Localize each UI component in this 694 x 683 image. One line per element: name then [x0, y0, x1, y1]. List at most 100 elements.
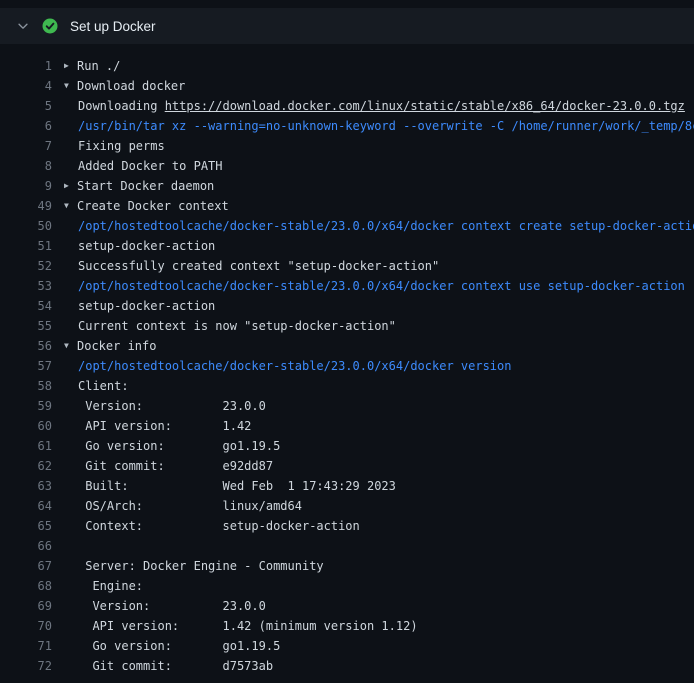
line-number[interactable]: 57 — [0, 356, 52, 376]
log-line[interactable]: 49 ▼Create Docker context — [0, 196, 694, 216]
group-title: Create Docker context — [77, 196, 229, 216]
log-text: Version: 23.0.0 — [78, 599, 266, 613]
log-line[interactable]: 7Fixing perms — [0, 136, 694, 156]
log-line[interactable]: 70 API version: 1.42 (minimum version 1.… — [0, 616, 694, 636]
log-line[interactable]: 9 ▶Start Docker daemon — [0, 176, 694, 196]
log-text: setup-docker-action — [78, 239, 215, 253]
log-lines: 1▶Run ./4▼Download docker5Downloading ht… — [0, 44, 694, 676]
line-number[interactable]: 4 — [0, 76, 52, 96]
line-number[interactable]: 54 — [0, 296, 52, 316]
line-number[interactable]: 1 — [0, 56, 52, 76]
log-text: Client: — [78, 379, 129, 393]
line-number[interactable]: 72 — [0, 656, 52, 676]
line-number[interactable]: 68 — [0, 576, 52, 596]
command-text: /usr/bin/tar xz --warning=no-unknown-key… — [78, 119, 694, 133]
line-number[interactable]: 70 — [0, 616, 52, 636]
line-number[interactable]: 64 — [0, 496, 52, 516]
log-line[interactable]: 61 Go version: go1.19.5 — [0, 436, 694, 456]
line-number[interactable]: 58 — [0, 376, 52, 396]
line-number[interactable]: 50 — [0, 216, 52, 236]
log-text: Version: 23.0.0 — [78, 399, 266, 413]
command-text: /opt/hostedtoolcache/docker-stable/23.0.… — [78, 359, 511, 373]
line-number[interactable]: 52 — [0, 256, 52, 276]
log-line[interactable]: 59 Version: 23.0.0 — [0, 396, 694, 416]
log-text: OS/Arch: linux/amd64 — [78, 499, 302, 513]
triangle-down-icon[interactable]: ▼ — [64, 336, 77, 356]
line-number[interactable]: 60 — [0, 416, 52, 436]
log-text: Downloading — [78, 99, 165, 113]
log-line[interactable]: 50/opt/hostedtoolcache/docker-stable/23.… — [0, 216, 694, 236]
line-number[interactable]: 67 — [0, 556, 52, 576]
line-number[interactable]: 62 — [0, 456, 52, 476]
group-title: Docker info — [77, 336, 156, 356]
log-line[interactable]: 58 Client: — [0, 376, 694, 396]
line-number[interactable]: 66 — [0, 536, 52, 556]
triangle-right-icon[interactable]: ▶ — [64, 56, 77, 76]
step-header[interactable]: Set up Docker — [0, 8, 694, 44]
log-line[interactable]: 71 Go version: go1.19.5 — [0, 636, 694, 656]
line-number[interactable]: 5 — [0, 96, 52, 116]
log-text: Built: Wed Feb 1 17:43:29 2023 — [78, 479, 396, 493]
chevron-down-icon[interactable] — [16, 19, 30, 33]
log-text: API version: 1.42 — [78, 419, 251, 433]
line-number[interactable]: 49 — [0, 196, 52, 216]
log-text: Go version: go1.19.5 — [78, 639, 280, 653]
log-text: Added Docker to PATH — [78, 159, 223, 173]
log-line[interactable]: 60 API version: 1.42 — [0, 416, 694, 436]
log-line[interactable]: 63 Built: Wed Feb 1 17:43:29 2023 — [0, 476, 694, 496]
log-text: Context: setup-docker-action — [78, 519, 360, 533]
log-line[interactable]: 67 Server: Docker Engine - Community — [0, 556, 694, 576]
log-line[interactable]: 8 Added Docker to PATH — [0, 156, 694, 176]
command-text: /opt/hostedtoolcache/docker-stable/23.0.… — [78, 219, 694, 233]
log-link[interactable]: https://download.docker.com/linux/static… — [165, 99, 685, 113]
group-title: Download docker — [77, 76, 185, 96]
log-text: API version: 1.42 (minimum version 1.12) — [78, 619, 418, 633]
log-text: Current context is now "setup-docker-act… — [78, 319, 396, 333]
log-line[interactable]: 62 Git commit: e92dd87 — [0, 456, 694, 476]
log-line[interactable]: 65 Context: setup-docker-action — [0, 516, 694, 536]
line-number[interactable]: 9 — [0, 176, 52, 196]
line-number[interactable]: 7 — [0, 136, 52, 156]
log-line[interactable]: 57/opt/hostedtoolcache/docker-stable/23.… — [0, 356, 694, 376]
log-line[interactable]: 51 setup-docker-action — [0, 236, 694, 256]
log-line[interactable]: 54 setup-docker-action — [0, 296, 694, 316]
triangle-down-icon[interactable]: ▼ — [64, 196, 77, 216]
success-check-icon — [42, 18, 58, 34]
log-text: setup-docker-action — [78, 299, 215, 313]
log-text: Engine: — [78, 579, 143, 593]
log-line[interactable]: 72 Git commit: d7573ab — [0, 656, 694, 676]
group-title: Run ./ — [77, 56, 120, 76]
log-line[interactable]: 68 Engine: — [0, 576, 694, 596]
line-number[interactable]: 55 — [0, 316, 52, 336]
command-text: /opt/hostedtoolcache/docker-stable/23.0.… — [78, 279, 685, 293]
line-number[interactable]: 8 — [0, 156, 52, 176]
group-title: Start Docker daemon — [77, 176, 214, 196]
line-number[interactable]: 59 — [0, 396, 52, 416]
triangle-down-icon[interactable]: ▼ — [64, 76, 77, 96]
actions-log-viewer: Set up Docker 1▶Run ./4▼Download docker5… — [0, 8, 694, 676]
log-line[interactable]: 5 Downloading https://download.docker.com… — [0, 96, 694, 116]
log-text: Git commit: d7573ab — [78, 659, 273, 673]
line-number[interactable]: 6 — [0, 116, 52, 136]
line-number[interactable]: 71 — [0, 636, 52, 656]
line-number[interactable]: 53 — [0, 276, 52, 296]
log-line[interactable]: 6/usr/bin/tar xz --warning=no-unknown-ke… — [0, 116, 694, 136]
triangle-right-icon[interactable]: ▶ — [64, 176, 77, 196]
log-line[interactable]: 56 ▼Docker info — [0, 336, 694, 356]
line-number[interactable]: 65 — [0, 516, 52, 536]
log-line[interactable]: 64 OS/Arch: linux/amd64 — [0, 496, 694, 516]
log-line[interactable]: 66 — [0, 536, 694, 556]
log-line[interactable]: 69 Version: 23.0.0 — [0, 596, 694, 616]
log-line[interactable]: 55 Current context is now "setup-docker-a… — [0, 316, 694, 336]
line-number[interactable]: 69 — [0, 596, 52, 616]
log-line[interactable]: 52Successfully created context "setup-do… — [0, 256, 694, 276]
log-line[interactable]: 1 ▶Run ./ — [0, 56, 694, 76]
line-number[interactable]: 61 — [0, 436, 52, 456]
line-number[interactable]: 51 — [0, 236, 52, 256]
line-number[interactable]: 63 — [0, 476, 52, 496]
step-title: Set up Docker — [70, 19, 156, 34]
log-text: Git commit: e92dd87 — [78, 459, 273, 473]
log-line[interactable]: 4 ▼Download docker — [0, 76, 694, 96]
log-line[interactable]: 53/opt/hostedtoolcache/docker-stable/23.… — [0, 276, 694, 296]
line-number[interactable]: 56 — [0, 336, 52, 356]
